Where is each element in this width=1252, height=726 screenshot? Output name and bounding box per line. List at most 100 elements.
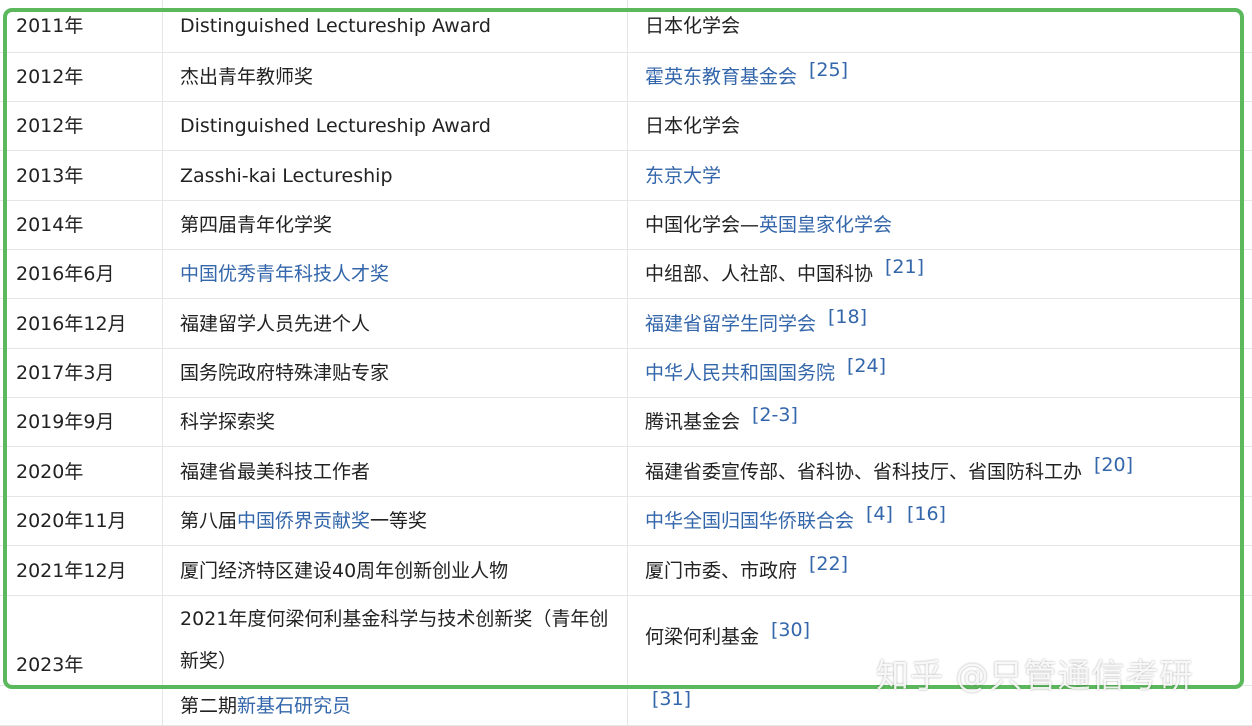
- award-text: 福建留学人员先进个人: [180, 312, 371, 335]
- organization-text: 中组部、人社部、中国科协: [645, 263, 874, 285]
- reference-link[interactable]: [31]: [652, 688, 691, 710]
- year-cell: 2020年: [0, 447, 163, 496]
- organization-text: 日本化学会: [645, 115, 741, 137]
- award-text: 一等奖: [370, 510, 428, 532]
- year-text: 2017年3月: [16, 362, 115, 384]
- organization-cell: 中华全国归国华侨联合会 [4] [16]: [628, 497, 1252, 545]
- award-cell: 第二期新基石研究员: [163, 686, 628, 725]
- year-text: 2012年: [16, 66, 84, 88]
- year-cell: 2012年: [0, 102, 163, 150]
- award-cell: 第八届中国侨界贡献奖一等奖: [163, 497, 628, 545]
- award-text: 2021年度何梁何利基金科学与技术创新奖（青年创新奖）: [180, 608, 609, 672]
- award-link[interactable]: 中国优秀青年科技人才奖: [180, 263, 389, 285]
- organization-link[interactable]: 英国皇家化学会: [759, 214, 892, 236]
- year-cell: 2021年12月: [0, 546, 163, 595]
- table-row: 2016年12月 福建留学人员先进个人 福建省留学生同学会 [18]: [0, 299, 1252, 349]
- organization-link[interactable]: 福建省留学生同学会: [645, 313, 816, 335]
- year-text: 2021年12月: [16, 559, 127, 582]
- reference-link[interactable]: [20]: [1094, 454, 1133, 476]
- award-cell: Distinguished Lectureship Award: [163, 0, 628, 52]
- award-text: 厦门经济特区建设40周年创新创业人物: [180, 559, 509, 582]
- table-row: 2017年3月 国务院政府特殊津贴专家 中华人民共和国国务院 [24]: [0, 349, 1252, 398]
- organization-link[interactable]: 中华全国归国华侨联合会: [645, 510, 854, 532]
- year-cell: 2012年: [0, 53, 163, 101]
- year-text: 2023年: [16, 654, 84, 676]
- award-link[interactable]: 中国侨界贡献奖: [237, 510, 370, 532]
- award-text: 福建省最美科技工作者: [180, 460, 371, 483]
- year-cell: 2011年: [0, 0, 163, 52]
- award-text: 杰出青年教师奖: [180, 66, 314, 88]
- year-cell: 2016年12月: [0, 299, 163, 348]
- organization-link[interactable]: 霍英东教育基金会: [645, 66, 797, 88]
- award-cell: 科学探索奖: [163, 398, 628, 446]
- year-cell: 2014年: [0, 201, 163, 249]
- year-text: 2013年: [16, 164, 84, 187]
- table-row: 2011年 Distinguished Lectureship Award 日本化学…: [0, 0, 1252, 53]
- year-cell: 2019年9月: [0, 398, 163, 446]
- award-text: 第四届青年化学奖: [180, 214, 333, 236]
- year-text: 2016年12月: [16, 312, 127, 335]
- table-row: 2020年11月 第八届中国侨界贡献奖一等奖 中华全国归国华侨联合会 [4] [16]: [0, 497, 1252, 546]
- organization-cell: 中国化学会—英国皇家化学会: [628, 201, 1252, 249]
- year-cell: 2023年: [0, 596, 163, 685]
- organization-cell: 日本化学会: [628, 102, 1252, 150]
- year-text: 2019年9月: [16, 411, 115, 433]
- reference-link[interactable]: [18]: [828, 306, 867, 328]
- table-row: 2019年9月 科学探索奖 腾讯基金会 [2-3]: [0, 398, 1252, 447]
- reference-link[interactable]: [16]: [907, 503, 946, 525]
- reference-link[interactable]: [21]: [885, 256, 924, 278]
- year-cell: 2013年: [0, 151, 163, 200]
- table-row: 2020年 福建省最美科技工作者 福建省委宣传部、省科协、省科技厅、省国防科工办 [2…: [0, 447, 1252, 497]
- organization-text: 腾讯基金会: [645, 411, 741, 433]
- reference-link[interactable]: [25]: [809, 59, 848, 81]
- award-cell: 福建省最美科技工作者: [163, 447, 628, 496]
- award-cell: Zasshi-kai Lectureship: [163, 151, 628, 200]
- award-cell: 中国优秀青年科技人才奖: [163, 250, 628, 298]
- reference-link[interactable]: [2-3]: [752, 404, 798, 426]
- table-row: 2013年 Zasshi-kai Lectureship 东京大学: [0, 151, 1252, 201]
- organization-cell: 东京大学: [628, 151, 1252, 200]
- organization-cell: 霍英东教育基金会 [25]: [628, 53, 1252, 101]
- year-text: 2020年11月: [16, 510, 127, 532]
- organization-cell: 腾讯基金会 [2-3]: [628, 398, 1252, 446]
- year-cell: 2016年6月: [0, 250, 163, 298]
- award-cell: 国务院政府特殊津贴专家: [163, 349, 628, 397]
- organization-cell: 福建省留学生同学会 [18]: [628, 299, 1252, 348]
- organization-text: 福建省委宣传部、省科协、省科技厅、省国防科工办: [645, 460, 1083, 483]
- year-cell: [0, 686, 163, 725]
- award-text: 第二期: [180, 694, 238, 717]
- award-cell: 福建留学人员先进个人: [163, 299, 628, 348]
- organization-cell: 中华人民共和国国务院 [24]: [628, 349, 1252, 397]
- organization-text: 中国化学会—: [645, 214, 760, 236]
- year-cell: 2017年3月: [0, 349, 163, 397]
- reference-link[interactable]: [24]: [847, 355, 886, 377]
- table-row: 2014年 第四届青年化学奖 中国化学会—英国皇家化学会: [0, 201, 1252, 250]
- award-text: Distinguished Lectureship Award: [180, 115, 491, 137]
- organization-link[interactable]: 东京大学: [645, 165, 721, 187]
- award-link[interactable]: 新基石研究员: [237, 695, 351, 717]
- year-text: 2012年: [16, 115, 84, 137]
- reference-link[interactable]: [22]: [809, 553, 848, 575]
- reference-link[interactable]: [30]: [771, 619, 810, 641]
- award-text: 科学探索奖: [180, 411, 276, 433]
- reference-link[interactable]: [4]: [866, 503, 893, 525]
- award-cell: 2021年度何梁何利基金科学与技术创新奖（青年创新奖）: [163, 596, 628, 685]
- table-row: 2012年 Distinguished Lectureship Award 日本化学…: [0, 102, 1252, 151]
- award-text: Distinguished Lectureship Award: [180, 15, 491, 37]
- organization-text: 厦门市委、市政府: [645, 559, 798, 582]
- year-text: 2016年6月: [16, 263, 115, 285]
- table-row: 2012年 杰出青年教师奖 霍英东教育基金会 [25]: [0, 53, 1252, 102]
- year-text: 2020年: [16, 460, 84, 483]
- year-cell: 2020年11月: [0, 497, 163, 545]
- award-cell: 第四届青年化学奖: [163, 201, 628, 249]
- award-text: Zasshi-kai Lectureship: [180, 164, 393, 187]
- organization-link[interactable]: 中华人民共和国国务院: [645, 362, 835, 384]
- organization-cell: 中组部、人社部、中国科协 [21]: [628, 250, 1252, 298]
- year-text: 2011年: [16, 15, 84, 37]
- organization-text: 何梁何利基金: [645, 626, 760, 648]
- organization-cell: 厦门市委、市政府 [22]: [628, 546, 1252, 595]
- watermark: 知乎 @只管通信考研: [876, 656, 1194, 695]
- table-row: 2016年6月 中国优秀青年科技人才奖 中组部、人社部、中国科协 [21]: [0, 250, 1252, 299]
- award-cell: 厦门经济特区建设40周年创新创业人物: [163, 546, 628, 595]
- award-cell: 杰出青年教师奖: [163, 53, 628, 101]
